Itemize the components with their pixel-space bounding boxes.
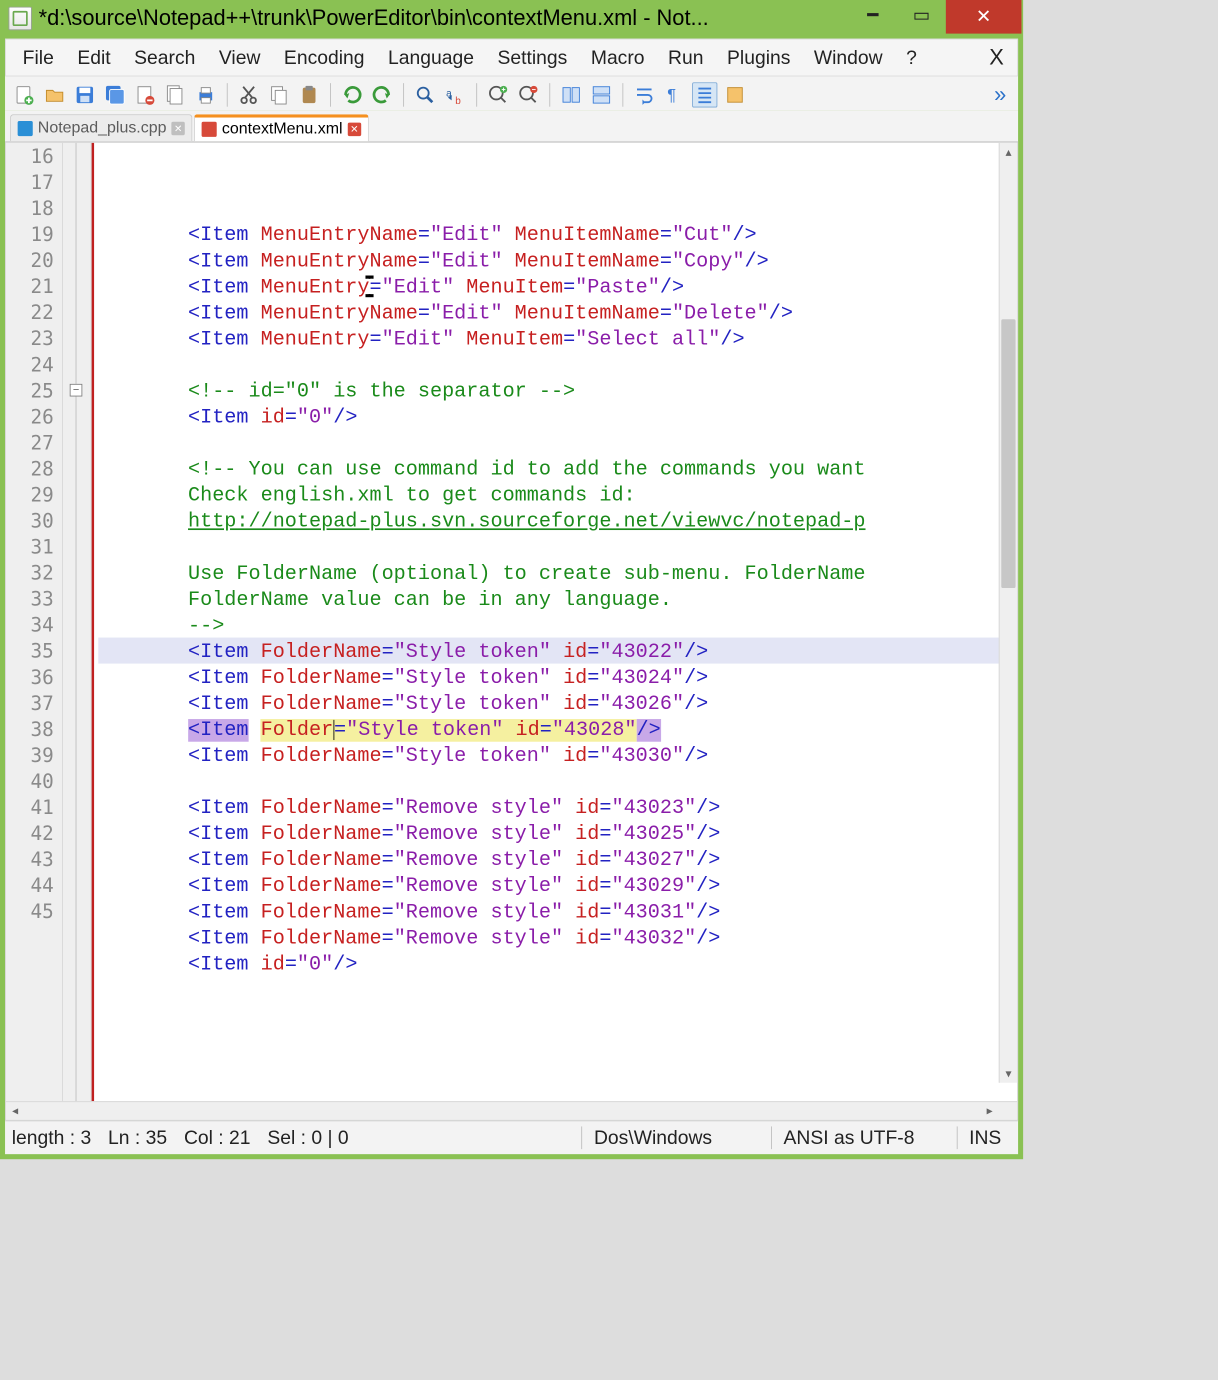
window-title: *d:\source\Notepad++\trunk\PowerEditor\b… bbox=[39, 0, 842, 31]
app-window: *d:\source\Notepad++\trunk\PowerEditor\b… bbox=[0, 0, 1023, 1159]
editor-viewport[interactable]: 16 17 18 19 20 21 22 23 24 25 26 27 28 2… bbox=[6, 143, 1017, 1101]
status-length: length : 3 bbox=[12, 1126, 108, 1149]
save-all-icon[interactable] bbox=[102, 82, 127, 107]
close-all-icon[interactable] bbox=[163, 82, 188, 107]
svg-text:b: b bbox=[455, 96, 461, 106]
menu-window[interactable]: Window bbox=[802, 45, 894, 71]
open-file-icon[interactable] bbox=[42, 82, 67, 107]
paste-icon[interactable] bbox=[297, 82, 322, 107]
fold-gutter[interactable]: − bbox=[63, 143, 92, 1101]
status-ins: INS bbox=[969, 1126, 1018, 1149]
scroll-right-icon[interactable]: ▸ bbox=[980, 1104, 998, 1118]
menubar-close-icon[interactable]: X bbox=[977, 43, 1012, 72]
user-lang-icon[interactable] bbox=[722, 82, 747, 107]
status-eol: Dos\Windows bbox=[594, 1126, 729, 1149]
status-col: Col : 21 bbox=[184, 1126, 267, 1149]
tab-close-icon[interactable]: ✕ bbox=[172, 121, 185, 134]
save-icon[interactable] bbox=[72, 82, 97, 107]
tab-contextmenu-xml[interactable]: contextMenu.xml ✕ bbox=[194, 114, 368, 141]
vertical-scrollbar[interactable]: ▴ ▾ bbox=[999, 143, 1017, 1083]
zoom-in-icon[interactable] bbox=[486, 82, 511, 107]
sync-v-icon[interactable] bbox=[559, 82, 584, 107]
replace-icon[interactable]: ab bbox=[443, 82, 468, 107]
menu-settings[interactable]: Settings bbox=[486, 45, 579, 71]
redo-icon[interactable] bbox=[370, 82, 395, 107]
menu-help[interactable]: ? bbox=[894, 45, 928, 71]
scroll-up-icon[interactable]: ▴ bbox=[1000, 143, 1018, 161]
show-chars-icon[interactable]: ¶ bbox=[662, 82, 687, 107]
find-icon[interactable] bbox=[412, 82, 437, 107]
change-margin bbox=[92, 143, 99, 1101]
menu-view[interactable]: View bbox=[207, 45, 272, 71]
status-bar: length : 3 Ln : 35 Col : 21 Sel : 0 | 0 … bbox=[5, 1121, 1018, 1155]
menu-search[interactable]: Search bbox=[122, 45, 207, 71]
sync-h-icon[interactable] bbox=[589, 82, 614, 107]
status-line: Ln : 35 bbox=[108, 1126, 184, 1149]
menu-encoding[interactable]: Encoding bbox=[272, 45, 376, 71]
tab-bar: Notepad_plus.cpp ✕ contextMenu.xml ✕ bbox=[5, 111, 1018, 142]
scroll-down-icon[interactable]: ▾ bbox=[1000, 1064, 1018, 1082]
line-number-gutter: 16 17 18 19 20 21 22 23 24 25 26 27 28 2… bbox=[6, 143, 63, 1101]
wordwrap-icon[interactable] bbox=[632, 82, 657, 107]
print-icon[interactable] bbox=[193, 82, 218, 107]
menu-file[interactable]: File bbox=[11, 45, 66, 71]
menu-edit[interactable]: Edit bbox=[66, 45, 123, 71]
close-button[interactable]: ✕ bbox=[946, 0, 1022, 34]
tab-file-icon bbox=[202, 122, 217, 137]
fold-minus-icon[interactable]: − bbox=[70, 384, 83, 397]
maximize-button[interactable]: ▭ bbox=[897, 0, 946, 30]
code-area[interactable]: <Item MenuEntryName="Edit" MenuItemName=… bbox=[98, 143, 1017, 1101]
tab-file-icon bbox=[18, 121, 33, 136]
scroll-left-icon[interactable]: ◂ bbox=[6, 1104, 24, 1118]
menubar: File Edit Search View Encoding Language … bbox=[5, 39, 1018, 77]
tab-label: contextMenu.xml bbox=[222, 120, 343, 138]
status-encoding: ANSI as UTF-8 bbox=[783, 1126, 931, 1149]
new-file-icon[interactable] bbox=[12, 82, 37, 107]
titlebar: *d:\source\Notepad++\trunk\PowerEditor\b… bbox=[0, 0, 1023, 39]
copy-icon[interactable] bbox=[266, 82, 291, 107]
minimize-button[interactable]: ━ bbox=[848, 0, 897, 30]
status-sel: Sel : 0 | 0 bbox=[267, 1126, 365, 1149]
zoom-out-icon[interactable] bbox=[516, 82, 541, 107]
editor: 16 17 18 19 20 21 22 23 24 25 26 27 28 2… bbox=[5, 142, 1018, 1121]
menu-language[interactable]: Language bbox=[376, 45, 485, 71]
app-icon bbox=[8, 7, 32, 31]
menu-run[interactable]: Run bbox=[656, 45, 715, 71]
svg-text:¶: ¶ bbox=[667, 86, 676, 104]
toolbar-overflow-icon[interactable]: » bbox=[994, 81, 1011, 107]
tab-notepad-plus-cpp[interactable]: Notepad_plus.cpp ✕ bbox=[10, 114, 192, 141]
menu-plugins[interactable]: Plugins bbox=[715, 45, 802, 71]
tab-label: Notepad_plus.cpp bbox=[38, 119, 167, 137]
scroll-thumb[interactable] bbox=[1001, 319, 1015, 588]
indent-guide-icon[interactable] bbox=[692, 82, 717, 107]
close-file-icon[interactable] bbox=[133, 82, 158, 107]
cut-icon[interactable] bbox=[236, 82, 261, 107]
toolbar: ab ¶ » bbox=[5, 76, 1018, 110]
menu-macro[interactable]: Macro bbox=[579, 45, 656, 71]
undo-icon[interactable] bbox=[339, 82, 364, 107]
horizontal-scrollbar[interactable]: ◂ ▸ bbox=[6, 1101, 1017, 1119]
tab-close-icon[interactable]: ✕ bbox=[348, 123, 361, 136]
